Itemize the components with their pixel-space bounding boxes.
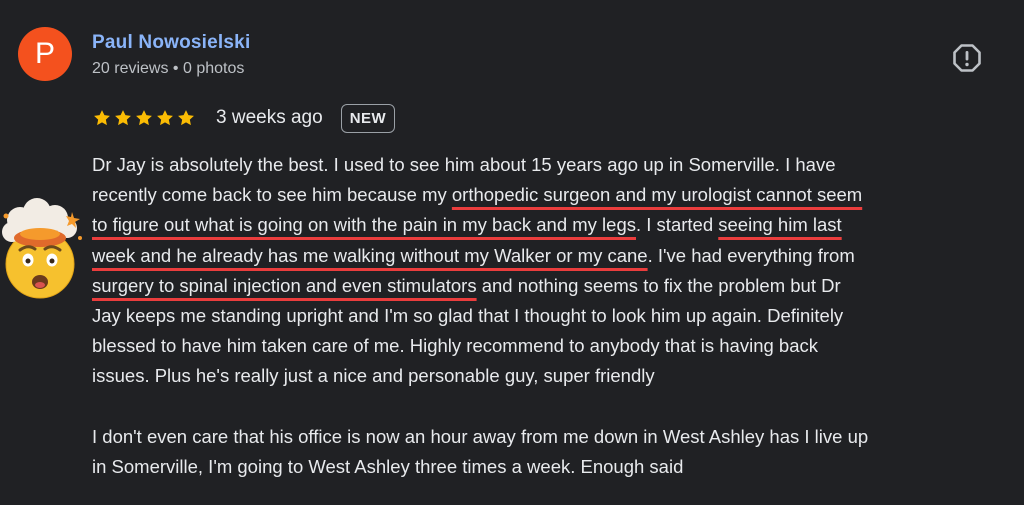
text-segment: blessed to have him taken care of me. Hi…	[92, 335, 818, 357]
text-segment: issues. Plus he's really just a nice and…	[92, 365, 655, 387]
review-line: recently come back to see him because my…	[92, 180, 1012, 210]
text-segment: I don't even care that his office is now…	[92, 425, 869, 447]
highlighted-text: surgery to spinal injection and even sti…	[92, 274, 477, 296]
avatar[interactable]: P	[18, 27, 72, 81]
review-line: to figure out what is going on with the …	[92, 210, 1012, 240]
review-line: issues. Plus he's really just a nice and…	[92, 361, 1012, 391]
star-icon	[178, 110, 194, 126]
review-line: I don't even care that his office is now…	[92, 422, 1012, 452]
review-text: Dr Jay is absolutely the best. I used to…	[92, 150, 1012, 482]
highlighted-text: seeing him last	[718, 214, 842, 236]
mind-blown-emoji-icon	[0, 198, 86, 302]
review-time: 3 weeks ago	[216, 107, 323, 128]
reviewer-meta: 20 reviews • 0 photos	[92, 60, 245, 77]
review-line: blessed to have him taken care of me. Hi…	[92, 331, 1012, 361]
highlighted-text: orthopedic surgeon and my urologist cann…	[451, 184, 863, 206]
highlighted-text: week and he already has me walking witho…	[92, 244, 648, 266]
reviewer-name[interactable]: Paul Nowosielski	[92, 32, 250, 54]
review-line: Jay keeps me standing upright and I'm so…	[92, 301, 1012, 331]
text-segment: and nothing seems to fix the problem but…	[476, 274, 841, 296]
report-flag-icon[interactable]	[952, 43, 982, 73]
rating-row: 3 weeks ago NEW	[92, 100, 396, 136]
star-icon	[157, 110, 173, 126]
review-line: Dr Jay is absolutely the best. I used to…	[92, 150, 1012, 180]
review-line: surgery to spinal injection and even sti…	[92, 271, 1012, 301]
star-rating	[92, 108, 196, 128]
text-segment: recently come back to see him because my	[92, 184, 452, 206]
avatar-initial: P	[34, 37, 55, 70]
text-segment: in Somerville, I'm going to West Ashley …	[92, 455, 684, 477]
new-badge: NEW	[340, 103, 396, 133]
star-icon	[136, 110, 152, 126]
review-line: in Somerville, I'm going to West Ashley …	[92, 452, 1012, 482]
star-icon	[115, 110, 131, 126]
review-line: week and he already has me walking witho…	[92, 241, 1012, 271]
text-segment: Jay keeps me standing upright and I'm so…	[92, 304, 844, 326]
text-segment: . I've had everything from	[647, 244, 855, 266]
text-segment: Dr Jay is absolutely the best. I used to…	[92, 154, 836, 175]
highlighted-text: to figure out what is going on with the …	[92, 214, 636, 236]
star-icon	[94, 110, 110, 126]
text-segment: . I started	[636, 214, 719, 236]
